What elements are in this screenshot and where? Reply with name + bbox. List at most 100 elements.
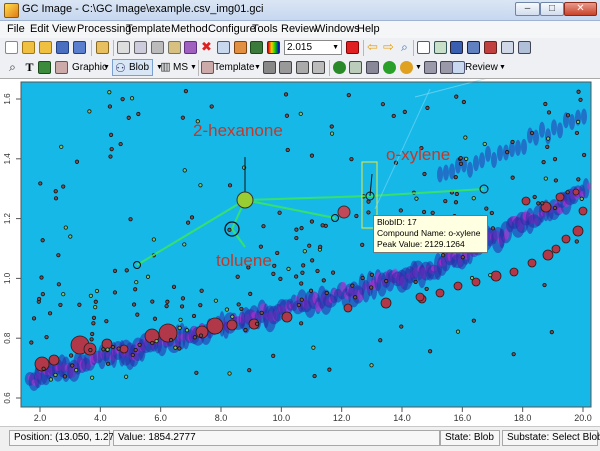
open-recent-icon[interactable] xyxy=(39,41,52,54)
script-icon[interactable] xyxy=(349,61,362,74)
chevron-down-icon[interactable]: ▼ xyxy=(103,64,110,71)
delete-icon[interactable]: ✖ xyxy=(200,40,213,54)
stop-icon[interactable] xyxy=(346,41,359,54)
review-label[interactable]: Review xyxy=(465,62,498,73)
layout-icon[interactable] xyxy=(518,41,531,54)
tooltip-compound-name: Compound Name: o-xylene xyxy=(377,228,481,238)
template-match-icon[interactable] xyxy=(263,61,276,74)
zoom-fit-icon[interactable]: ⌕ xyxy=(398,41,411,54)
text-tool-icon[interactable]: T xyxy=(23,61,36,74)
chevron-down-icon[interactable]: ▼ xyxy=(415,64,422,71)
toolbar-separator xyxy=(363,40,364,56)
zoom-select[interactable]: 2.015 ▼ xyxy=(284,40,342,55)
y-tick-label: 0.8 xyxy=(3,332,12,344)
menu-view[interactable]: View xyxy=(52,23,76,35)
forward-arrow-icon[interactable]: ⇨ xyxy=(382,40,395,54)
gc-image-plot[interactable]: 2.0 4.0 6.0 8.0 10.0 12.0 14.0 16.0 18.0 20.0 1.6… xyxy=(0,78,600,427)
histogram-icon[interactable] xyxy=(467,41,480,54)
new-file-icon[interactable] xyxy=(5,41,18,54)
paste-icon[interactable] xyxy=(151,41,164,54)
blob-mode-button[interactable]: ⚇ Blob xyxy=(112,59,153,76)
save-all-icon[interactable] xyxy=(73,41,86,54)
menu-file[interactable]: File xyxy=(7,23,25,35)
template-edit-icon[interactable] xyxy=(296,61,309,74)
y-tick-label: 0.6 xyxy=(3,392,12,404)
y-tick-label: 1.6 xyxy=(3,93,12,105)
label-2-hexanone: 2-hexanone xyxy=(193,121,283,140)
menu-edit[interactable]: Edit xyxy=(30,23,49,35)
x-tick-label: 16.0 xyxy=(454,413,472,423)
y-tick-label: 1.0 xyxy=(3,272,12,284)
review-icon xyxy=(452,61,465,74)
menu-review[interactable]: Review xyxy=(281,23,317,35)
menu-bar: File Edit View Processing Template Metho… xyxy=(0,21,600,38)
plot-canvas[interactable]: 2.0 4.0 6.0 8.0 10.0 12.0 14.0 16.0 18.0 20.0 1.6… xyxy=(0,79,600,427)
cut-icon[interactable] xyxy=(117,41,130,54)
toolbar-separator xyxy=(198,60,199,76)
overlay-icon[interactable] xyxy=(424,61,437,74)
graphic-icon[interactable] xyxy=(55,61,68,74)
blob-icon: ⚇ xyxy=(115,61,126,75)
status-substate: Substate: Select Blob(s) xyxy=(502,430,600,446)
toolbar-separator xyxy=(329,60,330,76)
grid-icon[interactable] xyxy=(217,41,230,54)
colormap-icon[interactable] xyxy=(267,41,280,54)
print-icon[interactable] xyxy=(501,41,514,54)
compare-icon[interactable] xyxy=(366,61,379,74)
menu-windows[interactable]: Windows xyxy=(315,23,360,35)
wand-icon[interactable] xyxy=(234,41,247,54)
x-tick-label: 20.0 xyxy=(574,413,592,423)
menu-template[interactable]: Template xyxy=(126,23,171,35)
label-o-xylene: o-xylene xyxy=(386,145,451,164)
mode-toolbar: ⌕ T Graphic ▼ ⚇ Blob ▼ ▥ MS ▼ Template ▼… xyxy=(0,58,600,79)
report-icon[interactable] xyxy=(484,41,497,54)
main-toolbar: ✖ 2.015 ▼ ⇦ ⇨ ⌕ xyxy=(0,38,600,59)
highlight-icon[interactable] xyxy=(400,61,413,74)
close-button[interactable]: ✕ xyxy=(564,2,597,16)
chart-2d-icon[interactable] xyxy=(434,41,447,54)
template-align-icon[interactable] xyxy=(312,61,325,74)
app-icon xyxy=(4,3,19,18)
open-folder-icon[interactable] xyxy=(22,41,35,54)
chart-1d-icon[interactable] xyxy=(417,41,430,54)
ms-label[interactable]: MS xyxy=(173,62,188,73)
tooltip-blob-id: BlobID: 17 xyxy=(377,217,417,227)
x-tick-label: 4.0 xyxy=(94,413,107,423)
label-toluene: toluene xyxy=(216,251,272,270)
chevron-down-icon[interactable]: ▼ xyxy=(254,64,261,71)
undo-icon[interactable] xyxy=(96,41,109,54)
y-tick-label: 1.2 xyxy=(3,212,12,224)
menu-configure[interactable]: Configure xyxy=(208,23,256,35)
book-icon[interactable] xyxy=(250,41,263,54)
maximize-button[interactable]: □ xyxy=(540,2,564,16)
menu-help[interactable]: Help xyxy=(357,23,380,35)
copy-icon[interactable] xyxy=(134,41,147,54)
graphic-label[interactable]: Graphic xyxy=(72,62,107,73)
paste-special-icon[interactable] xyxy=(168,41,181,54)
menu-tools[interactable]: Tools xyxy=(252,23,278,35)
menu-method[interactable]: Method xyxy=(171,23,208,35)
x-tick-label: 14.0 xyxy=(393,413,411,423)
toolbar-separator xyxy=(113,40,114,56)
properties-icon[interactable] xyxy=(184,41,197,54)
x-tick-label: 10.0 xyxy=(273,413,291,423)
chart-3d-icon[interactable] xyxy=(450,41,463,54)
window-title: GC Image - C:\GC Image\example.csv_img01… xyxy=(22,3,264,15)
toolbar-separator xyxy=(91,40,92,56)
run-icon[interactable] xyxy=(333,61,346,74)
status-position: Position: (13.050, 1.275) xyxy=(9,430,123,446)
back-arrow-icon[interactable]: ⇦ xyxy=(366,40,379,54)
menu-processing[interactable]: Processing xyxy=(77,23,131,35)
title-bar[interactable]: GC Image - C:\GC Image\example.csv_img01… xyxy=(0,0,600,21)
blob-tooltip: BlobID: 17 Compound Name: o-xylene Peak … xyxy=(373,215,488,253)
measure-icon[interactable] xyxy=(38,61,51,74)
template-label[interactable]: Template xyxy=(214,62,255,73)
save-icon[interactable] xyxy=(56,41,69,54)
target-icon[interactable] xyxy=(383,61,396,74)
chevron-down-icon[interactable]: ▼ xyxy=(190,64,197,71)
magnifier-icon[interactable]: ⌕ xyxy=(6,61,19,74)
chevron-down-icon[interactable]: ▼ xyxy=(499,64,506,71)
status-value: Value: 1854.2777 xyxy=(113,430,440,446)
template-apply-icon[interactable] xyxy=(279,61,292,74)
minimize-button[interactable]: – xyxy=(515,2,540,16)
